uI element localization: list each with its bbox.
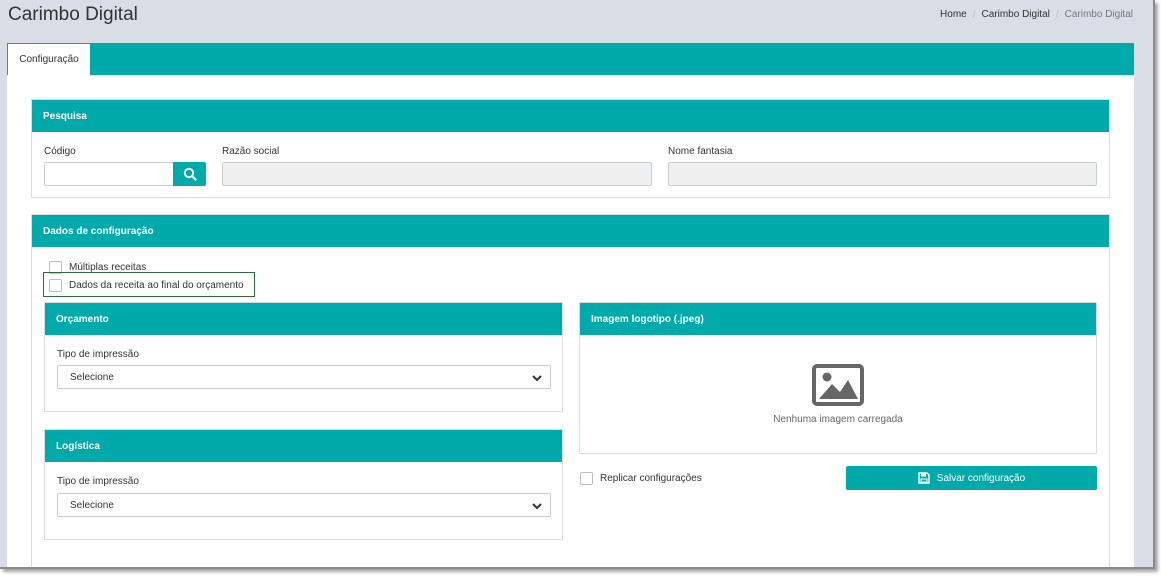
razao-social-field — [222, 162, 652, 186]
checkbox-box[interactable] — [580, 472, 593, 485]
logistica-header: Logística — [45, 430, 562, 462]
orcamento-tipo-select[interactable]: Selecione — [57, 365, 551, 389]
app-window: Carimbo Digital Home / Carimbo Digital /… — [0, 0, 1155, 569]
search-icon — [183, 167, 197, 181]
logotipo-panel: Imagem logotipo (.jpeg) Nenhuma imagem c… — [579, 302, 1097, 454]
orcamento-panel: Orçamento Tipo de impressão Selecione — [44, 302, 563, 412]
breadcrumb-current: Carimbo Digital — [1064, 9, 1133, 20]
codigo-input[interactable] — [44, 162, 174, 186]
page-title: Carimbo Digital — [8, 4, 138, 25]
search-button[interactable] — [173, 162, 206, 186]
nome-fantasia-field — [668, 162, 1097, 186]
dados-receita-label: Dados da receita ao final do orçamento — [69, 280, 244, 291]
pesquisa-panel: Pesquisa Código Razão social Nome fantas… — [31, 99, 1110, 198]
breadcrumb-home[interactable]: Home — [940, 9, 967, 20]
pesquisa-header: Pesquisa — [32, 100, 1109, 132]
orcamento-tipo-label: Tipo de impressão — [57, 349, 139, 360]
replicar-checkbox[interactable]: Replicar configurações — [580, 472, 702, 485]
logistica-tipo-value: Selecione — [70, 499, 114, 511]
no-image-caption: Nenhuma imagem carregada — [773, 413, 903, 425]
logotipo-header: Imagem logotipo (.jpeg) — [580, 303, 1096, 335]
chevron-down-icon — [532, 503, 542, 510]
tab-configuracao[interactable]: Configuração — [8, 44, 90, 75]
logo-placeholder[interactable]: Nenhuma imagem carregada — [580, 335, 1096, 453]
breadcrumb: Home / Carimbo Digital / Carimbo Digital — [940, 9, 1133, 20]
floppy-disk-icon — [918, 472, 930, 484]
image-icon — [812, 363, 864, 406]
nome-fantasia-label: Nome fantasia — [668, 146, 733, 157]
chevron-down-icon — [532, 375, 542, 382]
dados-receita-checkbox[interactable]: Dados da receita ao final do orçamento — [49, 279, 244, 292]
orcamento-tipo-value: Selecione — [70, 371, 114, 383]
logistica-panel: Logística Tipo de impressão Selecione — [44, 429, 563, 540]
save-button[interactable]: Salvar configuração — [846, 466, 1097, 490]
orcamento-header: Orçamento — [45, 303, 562, 335]
checkbox-box[interactable] — [49, 279, 62, 292]
dados-header: Dados de configuração — [32, 215, 1109, 247]
razao-social-label: Razão social — [222, 146, 280, 157]
logistica-tipo-select[interactable]: Selecione — [57, 493, 551, 517]
breadcrumb-separator: / — [972, 9, 976, 20]
breadcrumb-separator: / — [1055, 9, 1059, 20]
tabs-bar: Configuração — [7, 43, 1134, 75]
replicar-label: Replicar configurações — [600, 473, 702, 484]
logistica-tipo-label: Tipo de impressão — [57, 476, 139, 487]
breadcrumb-carimbo[interactable]: Carimbo Digital — [982, 9, 1050, 20]
main-content: Pesquisa Código Razão social Nome fantas… — [7, 75, 1134, 567]
codigo-label: Código — [44, 146, 76, 157]
save-button-label: Salvar configuração — [936, 472, 1026, 484]
